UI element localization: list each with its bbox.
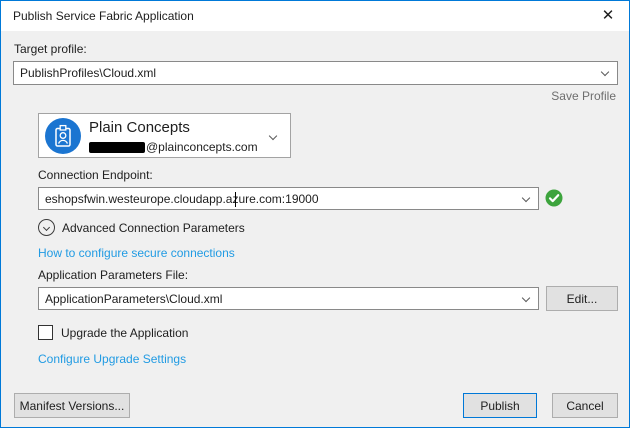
connection-endpoint-value: eshopsfwin.westeurope.cloudapp.azure.com… <box>45 188 319 210</box>
cancel-button[interactable]: Cancel <box>552 393 618 418</box>
edit-button[interactable]: Edit... <box>546 286 618 311</box>
secure-connections-link[interactable]: How to configure secure connections <box>38 246 235 260</box>
chevron-down-icon <box>522 294 530 302</box>
upgrade-application-checkbox[interactable] <box>38 325 53 340</box>
advanced-parameters-label: Advanced Connection Parameters <box>62 221 245 235</box>
chevron-down-icon <box>269 132 277 140</box>
application-parameters-dropdown[interactable]: ApplicationParameters\Cloud.xml <box>38 287 539 310</box>
application-parameters-label: Application Parameters File: <box>38 268 188 282</box>
publish-dialog: Publish Service Fabric Application ✕ Tar… <box>0 0 630 428</box>
account-email: @plainconcepts.com <box>89 140 258 154</box>
account-selector[interactable]: Plain Concepts @plainconcepts.com <box>38 113 291 158</box>
close-icon[interactable]: ✕ <box>595 4 621 28</box>
title-bar: Publish Service Fabric Application ✕ <box>1 1 629 31</box>
redacted-username <box>89 142 145 153</box>
dialog-title: Publish Service Fabric Application <box>13 9 194 23</box>
text-caret <box>235 192 236 207</box>
target-profile-label: Target profile: <box>14 42 87 56</box>
manifest-versions-button[interactable]: Manifest Versions... <box>14 393 130 418</box>
account-name: Plain Concepts <box>89 119 190 136</box>
upgrade-application-label: Upgrade the Application <box>61 326 188 340</box>
target-profile-dropdown[interactable]: PublishProfiles\Cloud.xml <box>13 61 618 85</box>
account-email-suffix: @plainconcepts.com <box>146 140 258 154</box>
success-check-icon <box>545 189 563 207</box>
save-profile-link[interactable]: Save Profile <box>551 89 616 103</box>
chevron-down-icon <box>522 194 530 202</box>
connection-endpoint-combobox[interactable]: eshopsfwin.westeurope.cloudapp.azure.com… <box>38 187 539 210</box>
expander-chevron-icon <box>38 219 55 236</box>
account-badge-icon <box>45 118 81 154</box>
configure-upgrade-link[interactable]: Configure Upgrade Settings <box>38 352 186 366</box>
target-profile-value: PublishProfiles\Cloud.xml <box>20 62 156 84</box>
publish-button[interactable]: Publish <box>463 393 537 418</box>
connection-endpoint-label: Connection Endpoint: <box>38 168 153 182</box>
chevron-down-icon <box>601 68 609 76</box>
application-parameters-value: ApplicationParameters\Cloud.xml <box>45 288 222 310</box>
